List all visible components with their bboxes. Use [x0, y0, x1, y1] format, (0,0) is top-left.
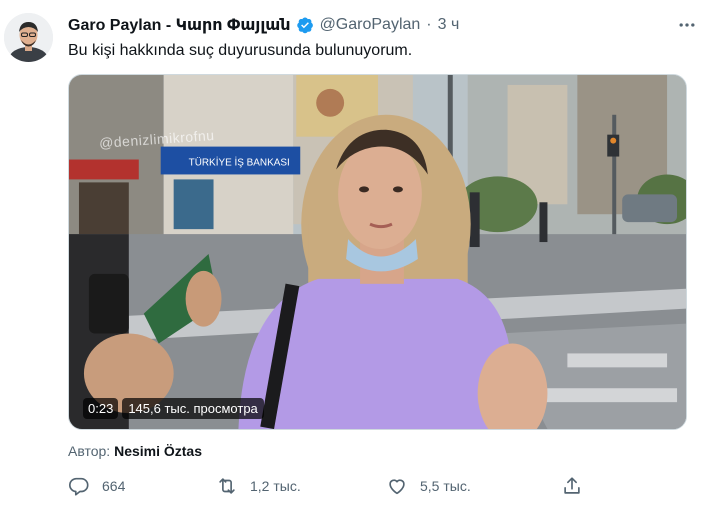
video-player[interactable]: TÜRKİYE İŞ BANKASI @denizlimikrofnu 0:23… [68, 74, 687, 430]
reply-icon [69, 477, 89, 496]
author-label: Автор: [68, 443, 111, 459]
tweet-actions: 664 1,2 тыс. 5,5 тыс. [68, 474, 588, 498]
verified-badge-icon [296, 16, 314, 34]
tweet[interactable]: Garo Paylan - Կարո Փայլան @GaroPaylan · … [0, 0, 708, 523]
avatar[interactable] [4, 13, 53, 62]
author-name[interactable]: Nesimi Öztas [114, 443, 202, 459]
retweet-icon [219, 478, 235, 494]
separator-dot: · [426, 16, 432, 33]
video-views: 145,6 тыс. просмотра [122, 397, 264, 419]
heart-icon [389, 479, 405, 495]
display-name[interactable]: Garo Paylan - Կարո Փայլան [68, 15, 291, 35]
tweet-text: Bu kişi hakkında suç duyurusunda bulunuy… [68, 42, 413, 59]
bank-sign-text: TÜRKİYE İŞ BANKASI [189, 157, 290, 168]
share-icon [564, 477, 580, 494]
handle[interactable]: @GaroPaylan [320, 16, 421, 34]
tweet-header: Garo Paylan - Կարո Փայլան @GaroPaylan · … [68, 14, 459, 36]
more-horizontal-icon[interactable] [674, 12, 700, 38]
share-button[interactable] [561, 474, 583, 498]
reply-button[interactable]: 664 [68, 474, 125, 498]
video-duration: 0:23 [83, 397, 119, 419]
timestamp[interactable]: 3 ч [438, 16, 460, 34]
like-count: 5,5 тыс. [420, 478, 471, 494]
video-author: Автор: Nesimi Öztas [68, 443, 202, 459]
retweet-count: 1,2 тыс. [250, 478, 301, 494]
retweet-button[interactable]: 1,2 тыс. [216, 474, 301, 498]
reply-count: 664 [102, 478, 126, 494]
video-badge: 0:23 145,6 тыс. просмотра [83, 397, 264, 419]
video-frame: TÜRKİYE İŞ BANKASI [69, 75, 686, 429]
like-button[interactable]: 5,5 тыс. [386, 474, 471, 498]
